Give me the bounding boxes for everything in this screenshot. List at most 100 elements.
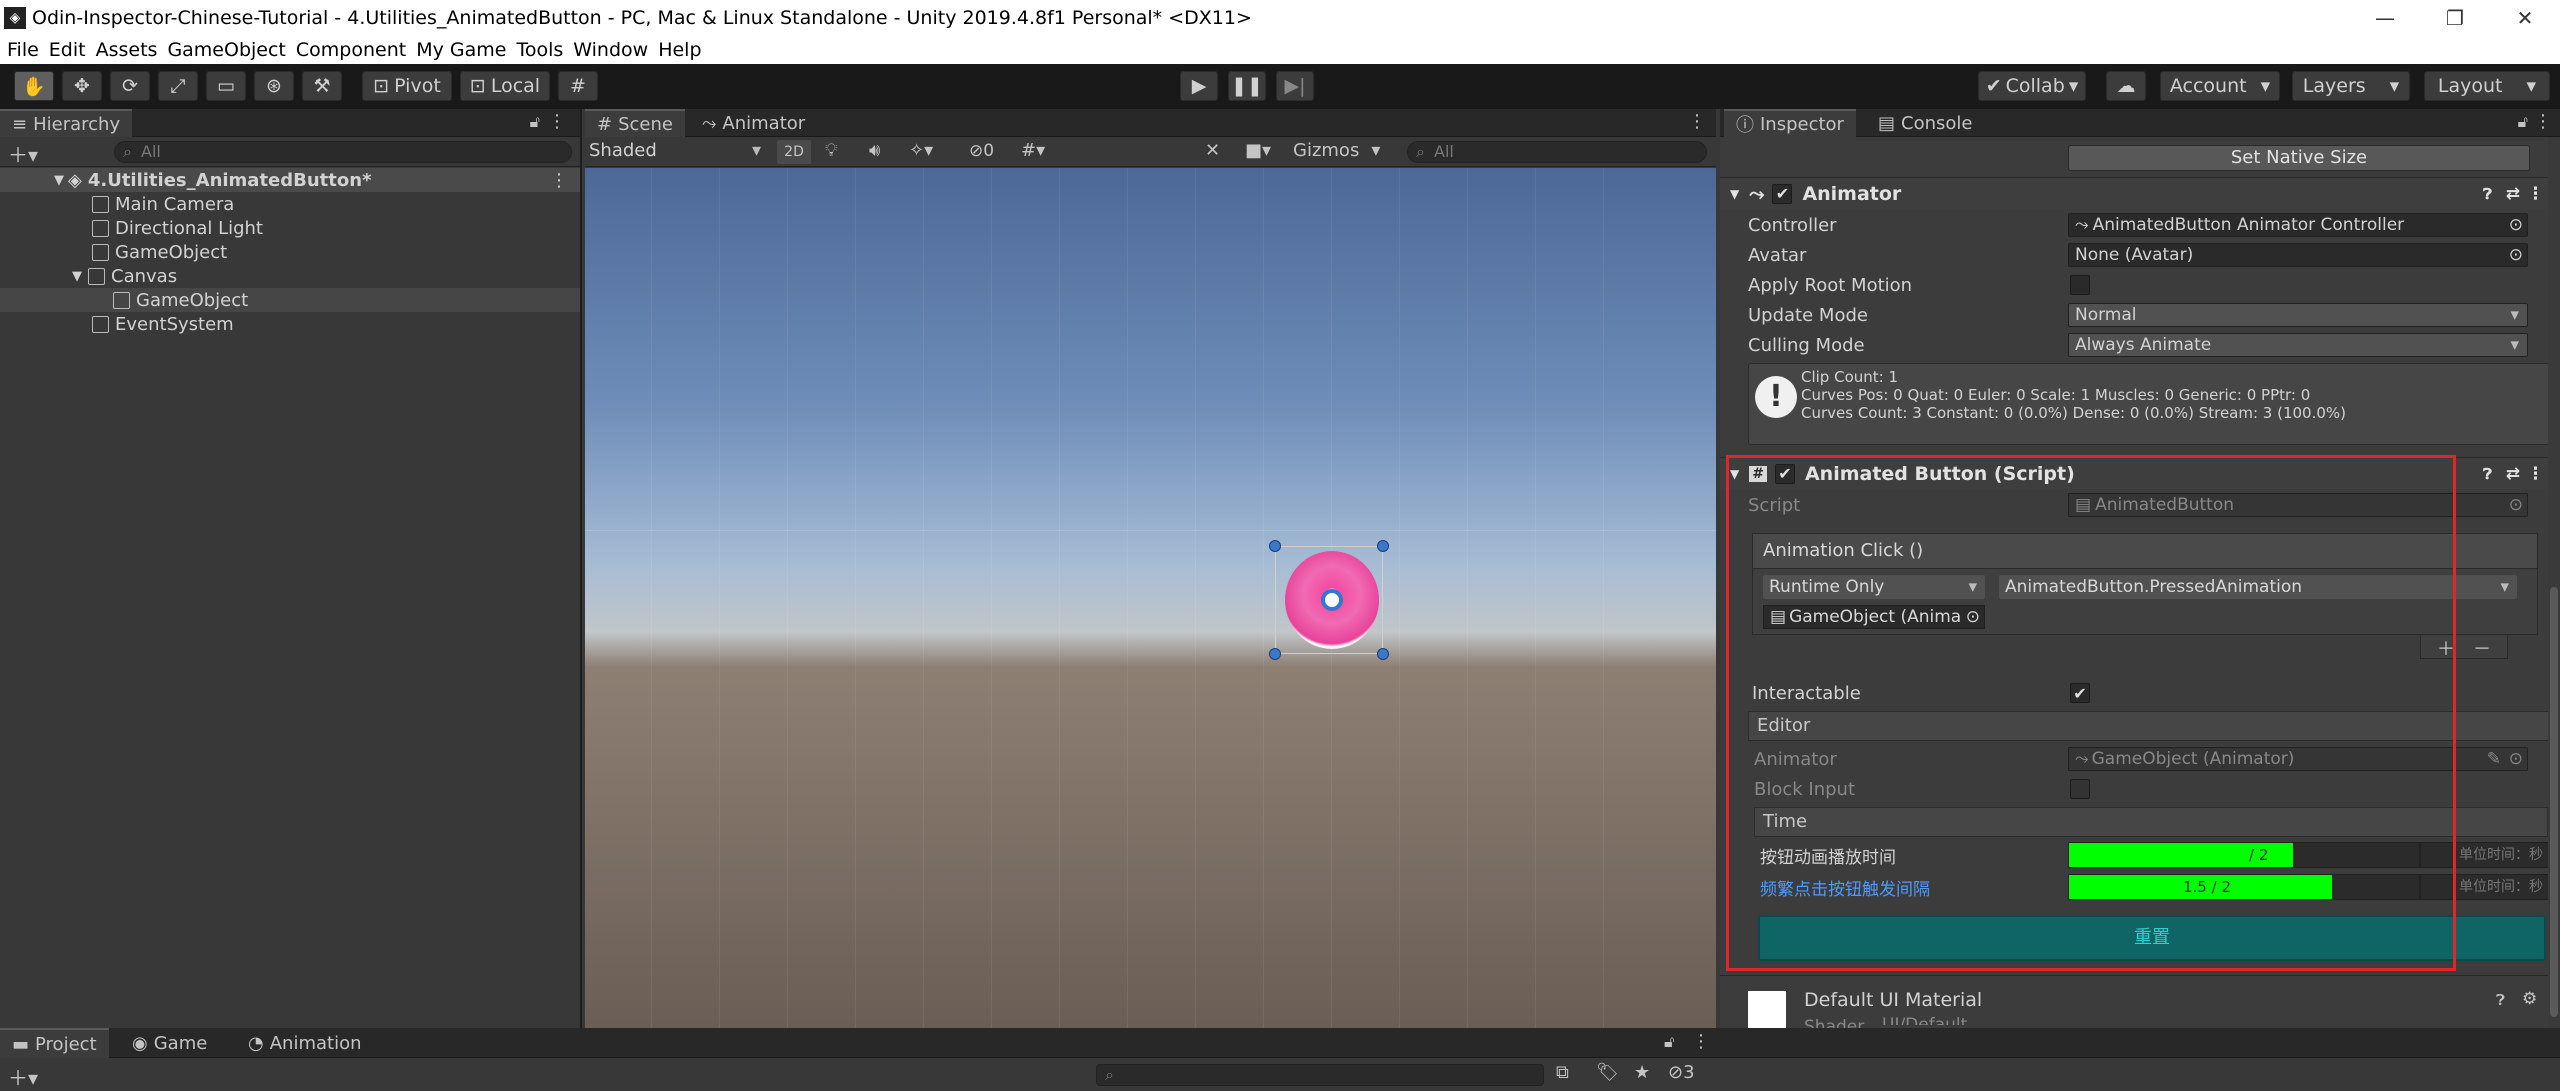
close-button[interactable]: ✕ [2490, 0, 2560, 36]
menu-edit[interactable]: Edit [49, 39, 86, 61]
cloud-icon[interactable]: ☁ [2106, 71, 2146, 101]
interactable-checkbox[interactable]: ✔ [2070, 683, 2090, 703]
reset-button[interactable]: 重置 [1758, 915, 2546, 961]
apply-root-motion-checkbox[interactable] [2070, 275, 2090, 295]
animator-enabled-checkbox[interactable]: ✔ [1772, 183, 1793, 204]
rotate-tool-icon[interactable]: ⟳ [110, 71, 150, 101]
scene-root-row[interactable]: ▼ ◈ 4.Utilities_AnimatedButton* ⋮ [0, 168, 580, 192]
hierarchy-item[interactable]: Directional Light [0, 216, 580, 240]
kebab-menu-icon[interactable]: ⋮ [548, 111, 566, 132]
menu-assets[interactable]: Assets [96, 39, 158, 61]
controller-field[interactable]: ⤳ AnimatedButton Animator Controller ⊙ [2068, 213, 2528, 237]
grid-icon[interactable]: #▾ [1021, 140, 1045, 161]
menu-component[interactable]: Component [296, 39, 406, 61]
scene-search-input[interactable]: ⌕ All [1407, 141, 1707, 163]
remove-listener-button[interactable]: － [2473, 635, 2491, 661]
method-dropdown[interactable]: AnimatedButton.PressedAnimation [1999, 575, 2517, 599]
tab-scene[interactable]: # Scene [585, 109, 685, 137]
kebab-menu-icon[interactable]: ⋮ [2534, 111, 2552, 132]
object-picker-icon[interactable]: ⊙ [2509, 214, 2523, 236]
filter-type-icon[interactable]: ⧉ [1556, 1062, 1569, 1083]
step-button[interactable]: ▶| [1276, 71, 1314, 101]
lock-icon[interactable]: 🔓︎ [1664, 1032, 1674, 1052]
tab-console[interactable]: ▤ Console [1866, 109, 1984, 137]
kebab-menu-icon[interactable]: ⋮ [1692, 1031, 1710, 1052]
hierarchy-item[interactable]: GameObject [0, 240, 580, 264]
tab-animation[interactable]: ◔ Animation [236, 1028, 374, 1058]
menu-gameobject[interactable]: GameObject [167, 39, 285, 61]
kebab-menu-icon[interactable]: ⋮ [2527, 464, 2544, 484]
custom-tool-icon[interactable]: ⚒ [302, 71, 342, 101]
lock-icon[interactable]: 🔓︎ [530, 112, 540, 132]
hand-tool-icon[interactable]: ✋ [14, 71, 54, 101]
local-toggle[interactable]: ⊡ Local [460, 71, 550, 101]
help-icon[interactable]: ❓︎ [2483, 185, 2492, 203]
gear-icon[interactable]: ⚙ [2522, 989, 2537, 1009]
scene-viewport[interactable] [585, 168, 1716, 1028]
collab-dropdown[interactable]: ✔ Collab ▾ [1978, 71, 2086, 101]
event-target-field[interactable]: ▤ GameObject (Anima ⊙ [1763, 605, 1985, 629]
layout-dropdown[interactable]: Layout ▾ [2424, 71, 2550, 101]
rect-handle[interactable] [1269, 540, 1281, 552]
menu-my-game[interactable]: My Game [416, 39, 506, 61]
shader-dropdown[interactable]: UI/Default [1882, 1015, 2542, 1025]
scale-tool-icon[interactable]: ⤢ [158, 71, 198, 101]
tools-icon[interactable]: ✕ [1205, 140, 1220, 161]
hidden-objects-icon[interactable]: ⊘0 [969, 141, 994, 161]
menu-tools[interactable]: Tools [516, 39, 563, 61]
transform-tool-icon[interactable]: ⊛ [254, 71, 294, 101]
lighting-icon[interactable]: 💡︎ [825, 140, 838, 161]
effects-icon[interactable]: ✧▾ [909, 140, 933, 161]
help-icon[interactable]: ❓︎ [2496, 991, 2505, 1009]
scrollbar-thumb[interactable] [2550, 587, 2558, 1017]
preset-icon[interactable]: ⇄ [2506, 184, 2520, 204]
tab-game[interactable]: ◉ Game [120, 1028, 219, 1058]
audio-icon[interactable]: 🔊︎ [869, 140, 880, 161]
preset-icon[interactable]: ⇄ [2506, 464, 2520, 484]
grid-snap-icon[interactable]: # [558, 71, 598, 101]
create-add-icon[interactable]: ＋▾ [8, 139, 38, 168]
minimize-button[interactable]: — [2350, 0, 2420, 36]
layers-dropdown[interactable]: Layers ▾ [2292, 71, 2410, 101]
rect-tool-icon[interactable]: ▭ [206, 71, 246, 101]
tab-animator[interactable]: ⤳ Animator [690, 109, 817, 137]
menu-help[interactable]: Help [658, 39, 701, 61]
hierarchy-search-input[interactable]: ⌕ All [114, 141, 572, 163]
hidden-packages-icon[interactable]: ⊘3 [1668, 1062, 1695, 1083]
update-mode-dropdown[interactable]: Normal [2068, 303, 2528, 327]
runtime-mode-dropdown[interactable]: Runtime Only [1763, 575, 1985, 599]
pivot-toggle[interactable]: ⊡ Pivot [362, 71, 452, 101]
avatar-field[interactable]: None (Avatar) ⊙ [2068, 243, 2528, 267]
hierarchy-item-selected[interactable]: GameObject [0, 288, 580, 312]
object-picker-icon[interactable]: ⊙ [1966, 606, 1980, 628]
animated-button-component-header[interactable]: ▼ # ✔ Animated Button (Script) ❓︎ ⇄ ⋮ [1720, 457, 2560, 489]
label-tag-icon[interactable]: 🏷︎ [1596, 1062, 1619, 1083]
gizmos-dropdown[interactable]: Gizmos ▾ [1293, 140, 1389, 164]
hierarchy-item[interactable]: ▼ Canvas [0, 264, 580, 288]
rect-handle[interactable] [1377, 540, 1389, 552]
tab-inspector[interactable]: ⓘ Inspector [1724, 109, 1856, 137]
maximize-button[interactable]: ❐ [2420, 0, 2490, 36]
rect-handle[interactable] [1269, 648, 1281, 660]
set-native-size-button[interactable]: Set Native Size [2068, 145, 2530, 171]
pause-button[interactable]: ❚❚ [1228, 71, 1266, 101]
move-tool-icon[interactable]: ✥ [62, 71, 102, 101]
animator-component-header[interactable]: ▼ ⤳ ✔ Animator ❓︎ ⇄ ⋮ [1720, 177, 2560, 209]
add-listener-button[interactable]: ＋ [2437, 635, 2455, 661]
animated-button-enabled-checkbox[interactable]: ✔ [1774, 463, 1795, 484]
culling-mode-dropdown[interactable]: Always Animate [2068, 333, 2528, 357]
camera-icon[interactable]: ■▾ [1245, 140, 1271, 161]
tab-project[interactable]: ▬ Project [0, 1028, 109, 1058]
play-button[interactable]: ▶ [1180, 71, 1218, 101]
create-add-icon[interactable]: ＋▾ [8, 1062, 38, 1091]
slider2-progress-bar[interactable]: 1.5 / 2 [2068, 874, 2420, 900]
project-search-input[interactable]: ⌕ [1096, 1064, 1544, 1086]
inspector-scrollbar[interactable] [2548, 137, 2560, 1028]
kebab-menu-icon[interactable]: ⋮ [1688, 111, 1706, 132]
kebab-menu-icon[interactable]: ⋮ [550, 170, 568, 191]
star-icon[interactable]: ★ [1634, 1062, 1650, 1083]
object-picker-icon[interactable]: ⊙ [2509, 244, 2523, 266]
slider1-progress-bar[interactable]: / 2 [2068, 842, 2420, 868]
2d-toggle[interactable]: 2D [777, 140, 811, 164]
account-dropdown[interactable]: Account ▾ [2160, 71, 2280, 101]
